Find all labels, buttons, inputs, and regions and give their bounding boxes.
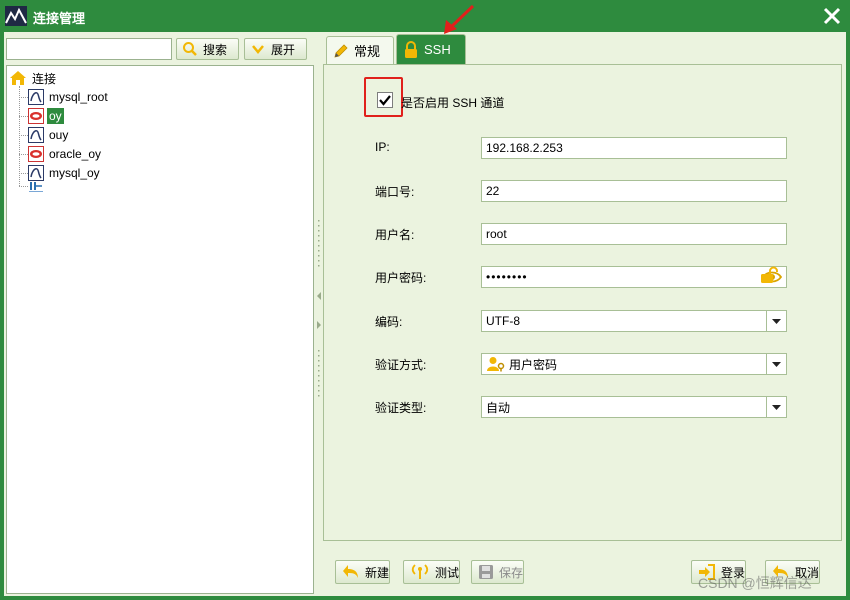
search-icon [183,42,197,56]
enable-ssh-label: 是否启用 SSH 通道 [401,96,505,110]
ip-value: 192.168.2.253 [486,141,563,155]
tree-item-label: ouy [49,128,69,142]
search-button-label: 搜索 [203,42,228,57]
tree-item-oracle-oy[interactable]: oracle_oy [28,145,103,163]
auth-method-label: 验证方式: [375,358,427,372]
tree-guide-line [19,86,20,186]
mysql-icon [28,127,44,143]
ip-field[interactable]: 192.168.2.253 [481,137,787,159]
connection-tree: 连接 mysql_root oy ouy oracle_oy mysql_oy [6,65,314,594]
encoding-value: UTF-8 [486,314,520,328]
tree-item-label: oracle_oy [49,147,102,161]
new-button-label: 新建 [365,565,390,580]
auth-method-value: 用户密码 [509,357,558,372]
new-button[interactable]: 新建 [335,560,391,584]
other-db-icon [29,182,43,192]
tree-root-label: 连接 [32,71,57,86]
save-button[interactable]: 保存 [471,560,525,584]
auth-type-value: 自动 [486,400,511,415]
tree-guide-line [19,116,28,117]
user-key-icon [487,357,505,372]
unlock-icon[interactable] [760,266,778,284]
test-button[interactable]: 测试 [403,560,461,584]
username-field[interactable]: root [481,223,787,245]
search-input[interactable] [6,38,172,60]
tab-label: 常规 [354,44,381,59]
tree-item-mysql-root[interactable]: mysql_root [28,88,110,106]
tab-ssh[interactable]: SSH [396,34,466,64]
port-field[interactable]: 22 [481,180,787,202]
tree-item-label: oy [47,108,64,124]
undo-arrow-icon [343,565,358,578]
ssh-tab-panel [323,64,842,541]
auth-type-dropdown-button[interactable] [766,397,786,417]
password-value: •••••••• [486,270,528,284]
title-bar: 连接管理 [0,0,850,32]
auth-type-select[interactable]: 自动 [481,396,787,418]
checkmark-icon [379,95,391,106]
password-field[interactable]: •••••••• [481,266,787,288]
tree-guide-line [19,154,28,155]
watermark-text: CSDN @恒辉信达 [698,575,812,591]
connection-manager-window: 连接管理 搜索 展开 连接 mysql_root oy ouy oracle_o… [0,0,850,600]
auth-method-select[interactable]: 用户密码 [481,353,787,375]
auth-type-label: 验证类型: [375,401,427,415]
port-value: 22 [486,184,500,198]
test-button-label: 测试 [435,565,460,580]
home-icon [10,71,26,85]
ip-label: IP: [375,140,390,154]
mysql-icon [28,165,44,181]
port-label: 端口号: [375,185,415,199]
lock-icon [405,40,417,58]
tree-item-label: mysql_oy [49,166,100,180]
tree-item-label: mysql_root [49,90,108,104]
encoding-dropdown-button[interactable] [766,311,786,331]
tree-guide-line [19,135,28,136]
window-title: 连接管理 [33,11,86,26]
app-logo-icon [5,6,27,26]
oracle-icon [28,146,44,162]
tab-general[interactable]: 常规 [326,36,394,64]
chevron-down-icon [252,45,264,54]
pencil-icon [334,43,348,58]
tree-guide-line [19,97,28,98]
tree-item-oy[interactable]: oy [28,107,64,125]
tree-root[interactable]: 连接 [9,69,58,87]
encoding-select[interactable]: UTF-8 [481,310,787,332]
expand-button[interactable]: 展开 [244,38,307,60]
tree-item-other[interactable] [28,180,44,194]
auth-method-dropdown-button[interactable] [766,354,786,374]
username-value: root [486,227,507,241]
chevron-down-icon [772,361,781,367]
tree-item-ouy[interactable]: ouy [28,126,70,144]
encoding-label: 编码: [375,315,403,329]
tree-guide-line [19,186,28,187]
save-button-label: 保存 [499,565,524,580]
expand-button-label: 展开 [271,42,296,57]
username-label: 用户名: [375,228,415,242]
enable-ssh-checkbox[interactable] [377,92,393,108]
annotation-arrow-icon [444,4,475,34]
oracle-icon [28,108,44,124]
save-disk-icon [479,565,493,579]
close-icon[interactable] [822,6,842,26]
search-button[interactable]: 搜索 [176,38,239,60]
tab-label: SSH [424,42,451,57]
chevron-down-icon [772,404,781,410]
tree-guide-line [19,173,28,174]
antenna-icon [411,564,429,579]
mysql-icon [28,89,44,105]
chevron-down-icon [772,318,781,324]
password-label: 用户密码: [375,271,427,285]
